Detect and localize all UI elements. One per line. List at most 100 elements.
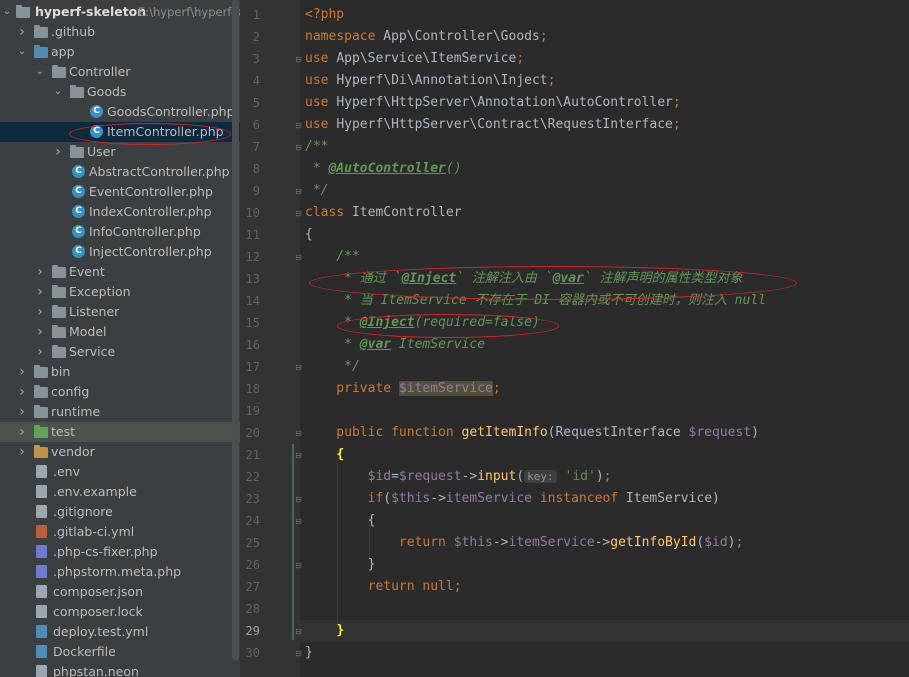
code-token: () (445, 161, 462, 176)
tree-item[interactable]: ⌄ Goods (0, 82, 240, 102)
tree-item[interactable]: composer.json (0, 582, 240, 602)
code-line[interactable]: use App\Service\ItemService; (305, 48, 524, 70)
tree-item[interactable]: .gitlab-ci.yml (0, 522, 240, 542)
tree-item[interactable]: › Listener (0, 302, 240, 322)
code-line[interactable]: * @AutoController() (305, 158, 462, 180)
tree-item[interactable]: ⌄ app (0, 42, 240, 62)
chevron-down-icon[interactable]: ⌄ (35, 62, 45, 82)
code-token: ) (727, 535, 736, 550)
change-marker (292, 444, 294, 640)
code-token: { (305, 513, 376, 528)
tree-item[interactable]: C GoodsController.php (0, 102, 240, 122)
code-line[interactable]: } (305, 642, 313, 664)
code-line[interactable]: namespace App\Controller\Goods; (305, 26, 548, 48)
tree-item[interactable]: Dockerfile (0, 642, 240, 662)
code-line[interactable]: public function getItemInfo(RequestInter… (305, 422, 759, 444)
tree-item[interactable]: › Service (0, 342, 240, 362)
project-root-row[interactable]: ⌄ hyperf-skeleton E:\hyperf\hyperf-s (0, 2, 240, 22)
fold-marker-icon[interactable]: ⊟ (294, 451, 303, 460)
chevron-right-icon[interactable]: › (17, 402, 27, 422)
tree-item[interactable]: phpstan.neon (0, 662, 240, 677)
chevron-right-icon[interactable]: › (17, 442, 27, 462)
tree-item-label: Controller (69, 64, 131, 79)
tree-item[interactable]: C IndexController.php (0, 202, 240, 222)
tree-item[interactable]: › test (0, 422, 240, 442)
tree-item[interactable]: › Event (0, 262, 240, 282)
code-token: ; (603, 469, 612, 484)
chevron-right-icon[interactable]: › (35, 262, 45, 282)
code-line[interactable]: } (305, 620, 344, 642)
chevron-right-icon[interactable]: › (35, 342, 45, 362)
tree-item[interactable]: C InfoController.php (0, 222, 240, 242)
tree-item[interactable]: › config (0, 382, 240, 402)
code-line[interactable]: } (305, 554, 376, 576)
project-path: E:\hyperf\hyperf-s (138, 5, 240, 19)
tree-item[interactable]: ⌄ Controller (0, 62, 240, 82)
chevron-right-icon[interactable]: › (17, 422, 27, 442)
tree-scrollbar[interactable] (232, 0, 239, 660)
tree-item[interactable]: deploy.test.yml (0, 622, 240, 642)
chevron-down-icon[interactable]: ⌄ (17, 42, 27, 62)
fold-marker-icon[interactable]: ⊟ (294, 253, 303, 262)
chevron-right-icon[interactable]: › (35, 302, 45, 322)
tree-item[interactable]: › .github (0, 22, 240, 42)
code-line[interactable]: $id=$request->input(key: 'id'); (305, 466, 612, 488)
tree-item[interactable]: C AbstractController.php (0, 162, 240, 182)
fold-marker-icon[interactable]: ⊟ (294, 517, 303, 526)
tree-item[interactable]: .phpstorm.meta.php (0, 562, 240, 582)
tree-item[interactable]: › bin (0, 362, 240, 382)
chevron-right-icon[interactable]: › (17, 22, 27, 42)
chevron-down-icon[interactable]: ⌄ (2, 2, 12, 22)
code-line[interactable]: /** (305, 246, 360, 268)
code-line[interactable]: use Hyperf\HttpServer\Contract\RequestIn… (305, 114, 681, 136)
code-line[interactable]: private $itemService; (305, 378, 501, 400)
chevron-right-icon[interactable]: › (35, 322, 45, 342)
code-line[interactable]: { (305, 510, 376, 532)
fold-marker-icon[interactable]: ⊟ (294, 121, 303, 130)
tree-item-label: InjectController.php (89, 244, 212, 259)
tree-item[interactable]: .env.example (0, 482, 240, 502)
tree-item[interactable]: .gitignore (0, 502, 240, 522)
fold-marker-icon[interactable]: ⊟ (294, 649, 303, 658)
chevron-right-icon[interactable]: › (53, 142, 63, 162)
fold-marker-icon[interactable]: ⊟ (294, 187, 303, 196)
code-token: $request (688, 425, 752, 440)
code-line[interactable]: /** (305, 136, 328, 158)
tree-item[interactable]: › Model (0, 322, 240, 342)
tree-item[interactable]: .php-cs-fixer.php (0, 542, 240, 562)
tree-item[interactable]: .env (0, 462, 240, 482)
tree-item[interactable]: C InjectController.php (0, 242, 240, 262)
line-number: 30 (245, 646, 260, 660)
fold-marker-icon[interactable]: ⊟ (294, 363, 303, 372)
fold-marker-icon[interactable]: ⊟ (294, 429, 303, 438)
code-line[interactable]: */ (305, 180, 329, 202)
fold-marker-icon[interactable]: ⊟ (294, 143, 303, 152)
fold-marker-icon[interactable]: ⊟ (294, 627, 303, 636)
tree-item[interactable]: › runtime (0, 402, 240, 422)
tree-item[interactable]: › vendor (0, 442, 240, 462)
fold-marker-icon[interactable]: ⊟ (294, 209, 303, 218)
chevron-right-icon[interactable]: › (35, 282, 45, 302)
chevron-down-icon[interactable]: ⌄ (53, 82, 63, 102)
fold-marker-icon[interactable]: ⊟ (294, 55, 303, 64)
code-line[interactable]: return null; (305, 576, 462, 598)
code-line[interactable]: { (305, 444, 344, 466)
code-line[interactable]: return $this->itemService->getInfoById($… (305, 532, 743, 554)
code-token: itemService (508, 535, 595, 550)
code-line[interactable]: class ItemController (305, 202, 462, 224)
tree-item[interactable]: › User (0, 142, 240, 162)
fold-marker-icon[interactable]: ⊟ (294, 495, 303, 504)
chevron-right-icon[interactable]: › (17, 382, 27, 402)
code-line[interactable]: */ (305, 356, 360, 378)
line-number: 26 (245, 558, 260, 572)
chevron-right-icon[interactable]: › (17, 362, 27, 382)
code-line[interactable]: use Hyperf\Di\Annotation\Inject; (305, 70, 555, 92)
tree-item[interactable]: composer.lock (0, 602, 240, 622)
code-line[interactable]: use Hyperf\HttpServer\Annotation\AutoCon… (305, 92, 681, 114)
fold-marker-icon[interactable]: ⊟ (294, 561, 303, 570)
code-line[interactable]: { (305, 224, 313, 246)
code-line[interactable]: <?php (305, 4, 344, 26)
tree-item[interactable]: › Exception (0, 282, 240, 302)
code-line[interactable]: if($this->itemService instanceof ItemSer… (305, 488, 720, 510)
tree-item[interactable]: C EventController.php (0, 182, 240, 202)
